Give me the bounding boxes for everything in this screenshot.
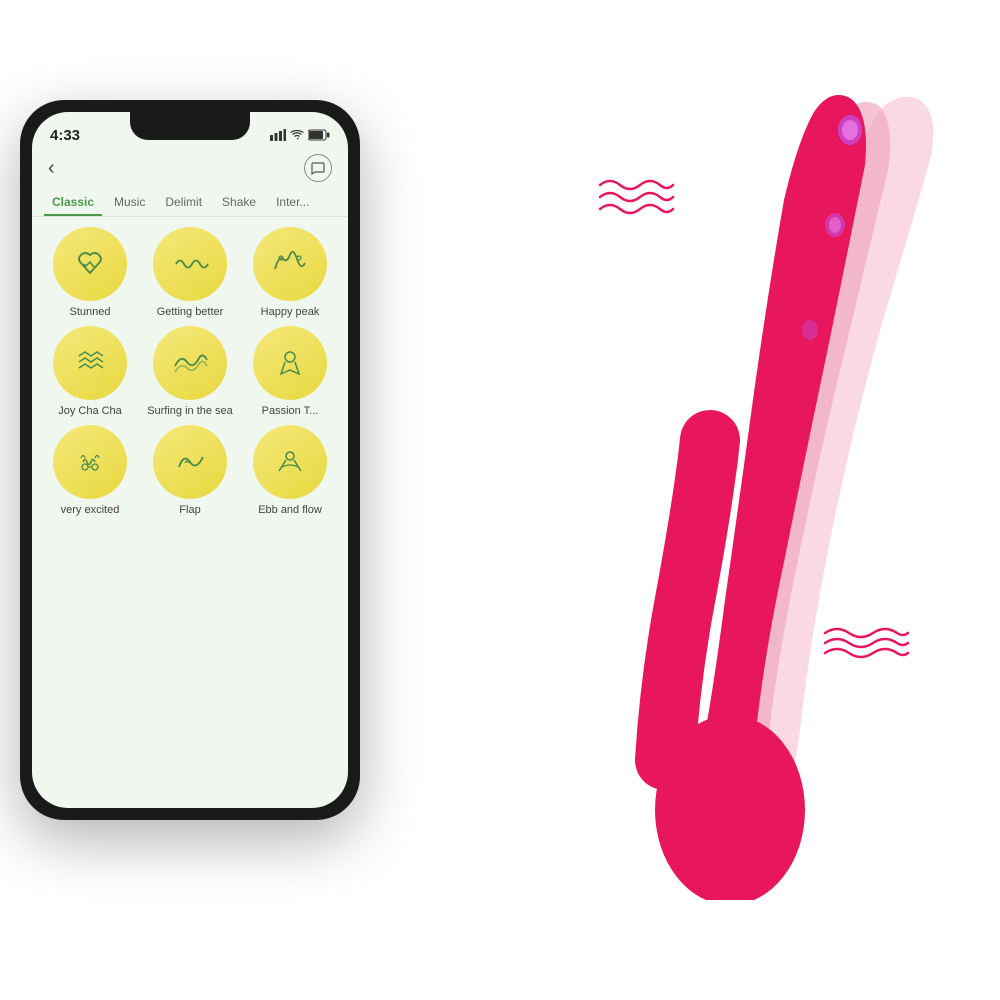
mode-ebb-flow-circle — [253, 425, 327, 499]
notch — [130, 112, 250, 140]
mode-surfing-sea-label: Surfing in the sea — [147, 405, 233, 417]
back-button[interactable]: ‹ — [48, 157, 55, 180]
tab-classic[interactable]: Classic — [44, 190, 102, 216]
mode-passion[interactable]: Passion T... — [244, 326, 336, 417]
mode-joy-cha-cha-label: Joy Cha Cha — [58, 405, 122, 417]
top-nav: ‹ — [32, 150, 348, 190]
vibe-lines-bottom — [820, 625, 910, 660]
product-container — [540, 80, 960, 900]
mode-stunned-label: Stunned — [70, 306, 111, 318]
mode-very-excited-label: very excited — [61, 504, 120, 516]
mode-flap-label: Flap — [179, 504, 200, 516]
mode-very-excited-circle — [53, 425, 127, 499]
mode-happy-peak[interactable]: Happy peak — [244, 227, 336, 318]
chat-icon[interactable] — [304, 154, 332, 182]
phone-screen: 4:33 — [32, 112, 348, 808]
status-icons — [270, 129, 330, 141]
mode-passion-label: Passion T... — [262, 405, 319, 417]
tab-inter[interactable]: Inter... — [268, 190, 317, 216]
tab-delimit[interactable]: Delimit — [157, 190, 210, 216]
signal-icon — [270, 129, 286, 141]
status-time: 4:33 — [50, 127, 80, 144]
mode-getting-better-label: Getting better — [157, 306, 224, 318]
wifi-icon — [290, 130, 304, 141]
tab-shake[interactable]: Shake — [214, 190, 264, 216]
mode-surfing-sea-circle — [153, 326, 227, 400]
phone: 4:33 — [20, 100, 360, 820]
mode-flap[interactable]: Flap — [144, 425, 236, 516]
mode-stunned[interactable]: Stunned — [44, 227, 136, 318]
modes-grid: Stunned Getting better — [32, 227, 348, 516]
battery-icon — [308, 129, 330, 141]
mode-happy-peak-label: Happy peak — [261, 306, 320, 318]
mode-surfing-sea[interactable]: Surfing in the sea — [144, 326, 236, 417]
tabs-container: Classic Music Delimit Shake Inter... — [32, 190, 348, 217]
mode-ebb-flow[interactable]: Ebb and flow — [244, 425, 336, 516]
tab-music[interactable]: Music — [106, 190, 153, 216]
mode-joy-cha-cha[interactable]: Joy Cha Cha — [44, 326, 136, 417]
mode-very-excited[interactable]: very excited — [44, 425, 136, 516]
mode-happy-peak-circle — [253, 227, 327, 301]
mode-getting-better-circle — [153, 227, 227, 301]
scene: 4:33 — [0, 0, 1000, 1000]
mode-flap-circle — [153, 425, 227, 499]
mode-getting-better[interactable]: Getting better — [144, 227, 236, 318]
vibe-lines-top — [595, 175, 675, 215]
mode-passion-circle — [253, 326, 327, 400]
mode-joy-cha-cha-circle — [53, 326, 127, 400]
mode-ebb-flow-label: Ebb and flow — [258, 504, 322, 516]
mode-stunned-circle — [53, 227, 127, 301]
